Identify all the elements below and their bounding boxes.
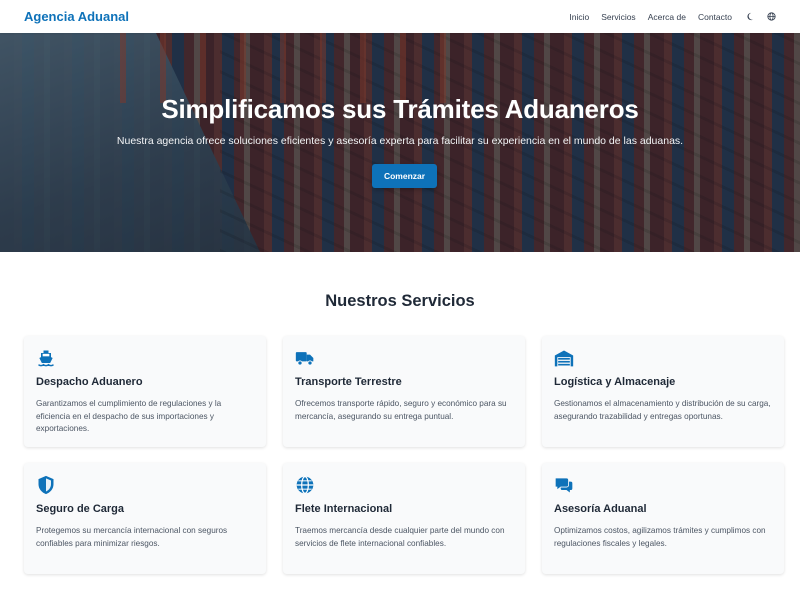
service-title: Transporte Terrestre	[295, 376, 402, 388]
service-card-logistica-almacenaje[interactable]: Logística y Almacenaje Gestionamos el al…	[542, 336, 784, 447]
nav-link-inicio[interactable]: Inicio	[569, 12, 589, 22]
service-title: Flete Internacional	[295, 503, 393, 515]
service-card-asesoria-aduanal[interactable]: Asesoría Aduanal Optimizamos costos, agi…	[542, 463, 784, 574]
ship-icon	[36, 348, 56, 368]
moon-icon[interactable]	[744, 12, 754, 22]
service-card-despacho-aduanero[interactable]: Despacho Aduanero Garantizamos el cumpli…	[24, 336, 266, 447]
nav-link-servicios[interactable]: Servicios	[601, 12, 635, 22]
start-button[interactable]: Comenzar	[372, 164, 437, 188]
globe-icon[interactable]	[766, 12, 776, 22]
service-description: Protegemos su mercancía internacional co…	[36, 526, 228, 548]
hero-section: Simplificamos sus Trámites Aduaneros Nue…	[0, 33, 800, 252]
top-navbar: Agencia Aduanal Inicio Servicios Acerca …	[0, 0, 800, 33]
services-title: Nuestros Servicios	[325, 292, 475, 310]
service-description: Ofrecemos transporte rápido, seguro y ec…	[295, 399, 507, 421]
service-description: Gestionamos el almacenamiento y distribu…	[554, 399, 771, 421]
brand-logo[interactable]: Agencia Aduanal	[24, 9, 129, 24]
shield-icon	[36, 475, 56, 495]
nav-link-acerca-de[interactable]: Acerca de	[648, 12, 686, 22]
chat-icon	[554, 475, 574, 495]
hero-subtitle: Nuestra agencia ofrece soluciones eficie…	[116, 135, 684, 147]
service-card-flete-internacional[interactable]: Flete Internacional Traemos mercancía de…	[283, 463, 525, 574]
main-nav: Inicio Servicios Acerca de Contacto	[569, 12, 776, 22]
service-card-seguro-carga[interactable]: Seguro de Carga Protegemos su mercancía …	[24, 463, 266, 574]
nav-link-contacto[interactable]: Contacto	[698, 12, 732, 22]
service-title: Logística y Almacenaje	[554, 376, 676, 388]
service-title: Asesoría Aduanal	[554, 503, 647, 515]
hero-title: Simplificamos sus Trámites Aduaneros	[161, 94, 639, 124]
service-card-transporte-terrestre[interactable]: Transporte Terrestre Ofrecemos transport…	[283, 336, 525, 447]
service-description: Optimizamos costos, agilizamos trámites …	[554, 526, 766, 548]
service-description: Garantizamos el cumplimiento de regulaci…	[36, 399, 222, 433]
globe-icon	[295, 475, 315, 495]
service-description: Traemos mercancía desde cualquier parte …	[295, 526, 505, 548]
service-title: Despacho Aduanero	[36, 376, 143, 388]
truck-icon	[295, 348, 315, 368]
hero-content: Simplificamos sus Trámites Aduaneros Nue…	[0, 33, 800, 252]
service-title: Seguro de Carga	[36, 503, 125, 515]
warehouse-icon	[554, 348, 574, 368]
